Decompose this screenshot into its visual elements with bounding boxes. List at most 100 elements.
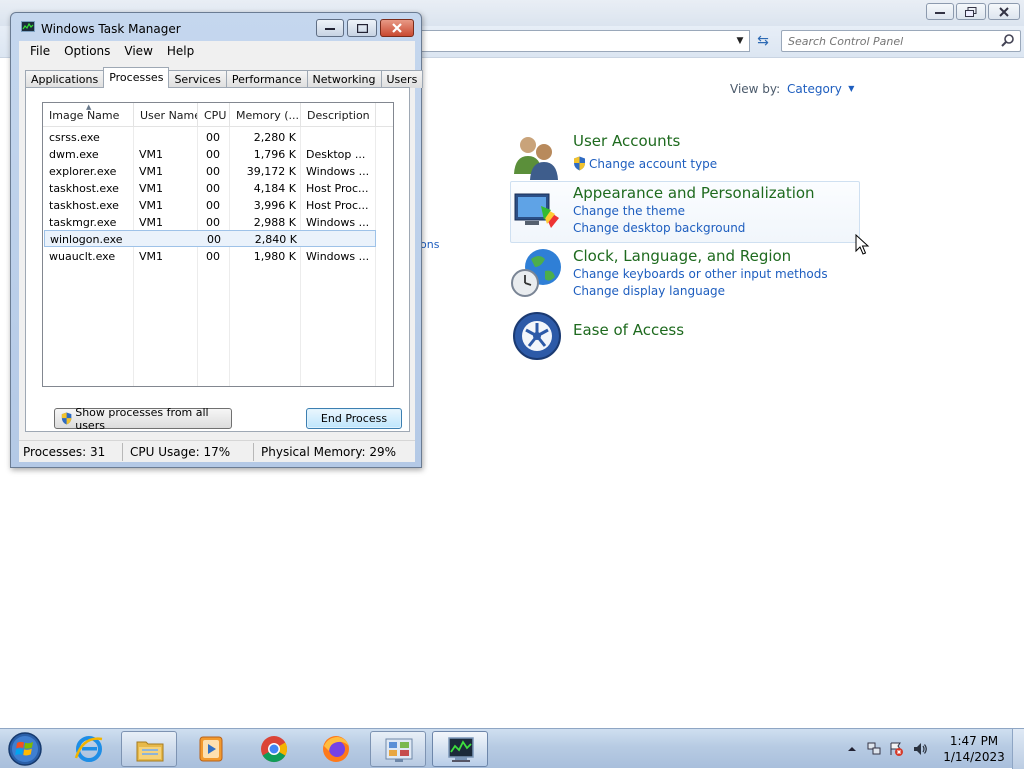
firefox-icon: [323, 736, 349, 762]
link-change-account-type[interactable]: Change account type: [589, 157, 717, 171]
cell-memory: 2,280 K: [253, 131, 296, 144]
search-icon[interactable]: [1000, 33, 1016, 49]
tab-users[interactable]: Users: [380, 70, 424, 88]
end-process-button[interactable]: End Process: [306, 408, 402, 429]
menu-file[interactable]: File: [23, 44, 57, 58]
cell-cpu: 00: [206, 165, 220, 178]
link-change-theme[interactable]: Change the theme: [573, 204, 685, 218]
cell-description: Windows ...: [306, 250, 370, 263]
view-by-dropdown[interactable]: Category ▼: [787, 82, 854, 96]
view-by-label: View by:: [730, 82, 781, 96]
taskbar-control-panel[interactable]: [370, 731, 426, 767]
column-cpu[interactable]: CPU: [198, 103, 230, 127]
table-row-selected[interactable]: winlogon.exe 00 2,840 K: [44, 230, 376, 247]
search-box[interactable]: [781, 30, 1021, 52]
table-row[interactable]: wuauclt.exe VM1 00 1,980 K Windows ...: [43, 248, 393, 265]
category-appearance: Appearance and Personalization Change th…: [511, 184, 851, 240]
column-user-name[interactable]: User Name: [134, 103, 198, 127]
task-manager-titlebar[interactable]: Windows Task Manager: [11, 13, 421, 41]
tab-strip: Applications Processes Services Performa…: [25, 67, 424, 88]
maximize-icon: [356, 23, 368, 33]
taskbar-windows-explorer[interactable]: [121, 731, 177, 767]
link-change-desktop-background[interactable]: Change desktop background: [573, 221, 745, 235]
cell-image-name: taskhost.exe: [49, 182, 119, 195]
taskbar-firefox[interactable]: [308, 731, 364, 767]
windows-explorer-icon: [136, 741, 164, 762]
table-row[interactable]: explorer.exe VM1 00 39,172 K Windows ...: [43, 163, 393, 180]
partially-hidden-link[interactable]: ons: [420, 238, 439, 251]
table-row[interactable]: taskhost.exe VM1 00 3,996 K Host Proc...: [43, 197, 393, 214]
cell-cpu: 00: [206, 216, 220, 229]
minimize-icon: [325, 28, 335, 30]
category-ease-of-access: Ease of Access: [511, 312, 811, 361]
action-center-icon[interactable]: [888, 741, 904, 757]
column-memory[interactable]: Memory (...: [230, 103, 301, 127]
taskbar-task-manager[interactable]: [432, 731, 488, 767]
taskbar-chrome[interactable]: [246, 731, 302, 767]
table-row[interactable]: taskhost.exe VM1 00 4,184 K Host Proc...: [43, 180, 393, 197]
tab-services[interactable]: Services: [168, 70, 227, 88]
control-panel-icon: [385, 738, 413, 762]
category-title[interactable]: Ease of Access: [573, 321, 684, 339]
tab-applications[interactable]: Applications: [25, 70, 105, 88]
show-all-processes-button[interactable]: Show processes from all users: [54, 406, 232, 432]
address-dropdown-icon[interactable]: ▼: [733, 33, 747, 49]
link-change-keyboards[interactable]: Change keyboards or other input methods: [573, 267, 828, 281]
category-title[interactable]: Appearance and Personalization: [573, 184, 815, 202]
category-title[interactable]: User Accounts: [573, 132, 680, 150]
cell-user-name: VM1: [139, 216, 164, 229]
cell-image-name: winlogon.exe: [50, 233, 123, 246]
table-row[interactable]: taskmgr.exe VM1 00 2,988 K Windows ...: [43, 214, 393, 231]
cp-restore-button[interactable]: [956, 3, 986, 20]
category-user-accounts: User Accounts Change account type: [511, 132, 811, 180]
cell-memory: 1,796 K: [253, 148, 296, 161]
taskbar-media-player[interactable]: [183, 731, 239, 767]
tm-close-button[interactable]: [380, 19, 414, 37]
search-input[interactable]: [782, 31, 992, 51]
cell-cpu: 00: [206, 182, 220, 195]
address-bar[interactable]: ▼: [416, 30, 750, 52]
task-manager-icon: [21, 21, 35, 32]
tab-performance[interactable]: Performance: [225, 70, 308, 88]
show-hidden-icons-icon[interactable]: [844, 741, 860, 757]
internet-explorer-icon: [74, 736, 103, 762]
show-desktop-button[interactable]: [1012, 729, 1024, 769]
menu-help[interactable]: Help: [160, 44, 201, 58]
tm-minimize-button[interactable]: [316, 19, 344, 37]
menu-options[interactable]: Options: [57, 44, 117, 58]
network-icon[interactable]: [866, 741, 882, 757]
cell-image-name: dwm.exe: [49, 148, 99, 161]
tab-processes[interactable]: Processes: [103, 67, 170, 88]
status-processes: Processes: 31: [23, 445, 106, 459]
cp-minimize-button[interactable]: [926, 3, 954, 20]
cell-description: Host Proc...: [306, 199, 369, 212]
cell-user-name: VM1: [139, 148, 164, 161]
category-title[interactable]: Clock, Language, and Region: [573, 247, 791, 265]
cell-cpu: 00: [206, 131, 220, 144]
cell-user-name: VM1: [139, 199, 164, 212]
cell-image-name: csrss.exe: [49, 131, 100, 144]
menu-view[interactable]: View: [117, 44, 159, 58]
tm-maximize-button[interactable]: [347, 19, 377, 37]
cell-cpu: 00: [206, 250, 220, 263]
process-list-header: Image Name ▲ User Name CPU Memory (... D…: [43, 103, 393, 127]
cp-close-button[interactable]: [988, 3, 1020, 20]
volume-icon[interactable]: [912, 741, 928, 757]
cell-cpu: 00: [206, 199, 220, 212]
taskbar-ie[interactable]: [61, 731, 117, 767]
link-change-display-language[interactable]: Change display language: [573, 284, 725, 298]
process-list[interactable]: Image Name ▲ User Name CPU Memory (... D…: [42, 102, 394, 387]
cell-memory: 4,184 K: [253, 182, 296, 195]
table-row[interactable]: dwm.exe VM1 00 1,796 K Desktop ...: [43, 146, 393, 163]
tab-networking[interactable]: Networking: [306, 70, 382, 88]
task-manager-body: Applications Processes Services Performa…: [19, 61, 424, 440]
cell-user-name: VM1: [139, 250, 164, 263]
taskbar-clock[interactable]: 1:47 PM 1/14/2023: [940, 733, 1008, 765]
refresh-icon[interactable]: ⇆: [754, 31, 772, 51]
status-cpu-usage: CPU Usage: 17%: [130, 445, 231, 459]
task-manager-icon: [448, 737, 474, 762]
mouse-cursor-icon: [855, 234, 870, 255]
table-row[interactable]: csrss.exe 00 2,280 K: [43, 129, 393, 146]
start-button[interactable]: [6, 731, 44, 767]
column-description[interactable]: Description: [301, 103, 376, 127]
